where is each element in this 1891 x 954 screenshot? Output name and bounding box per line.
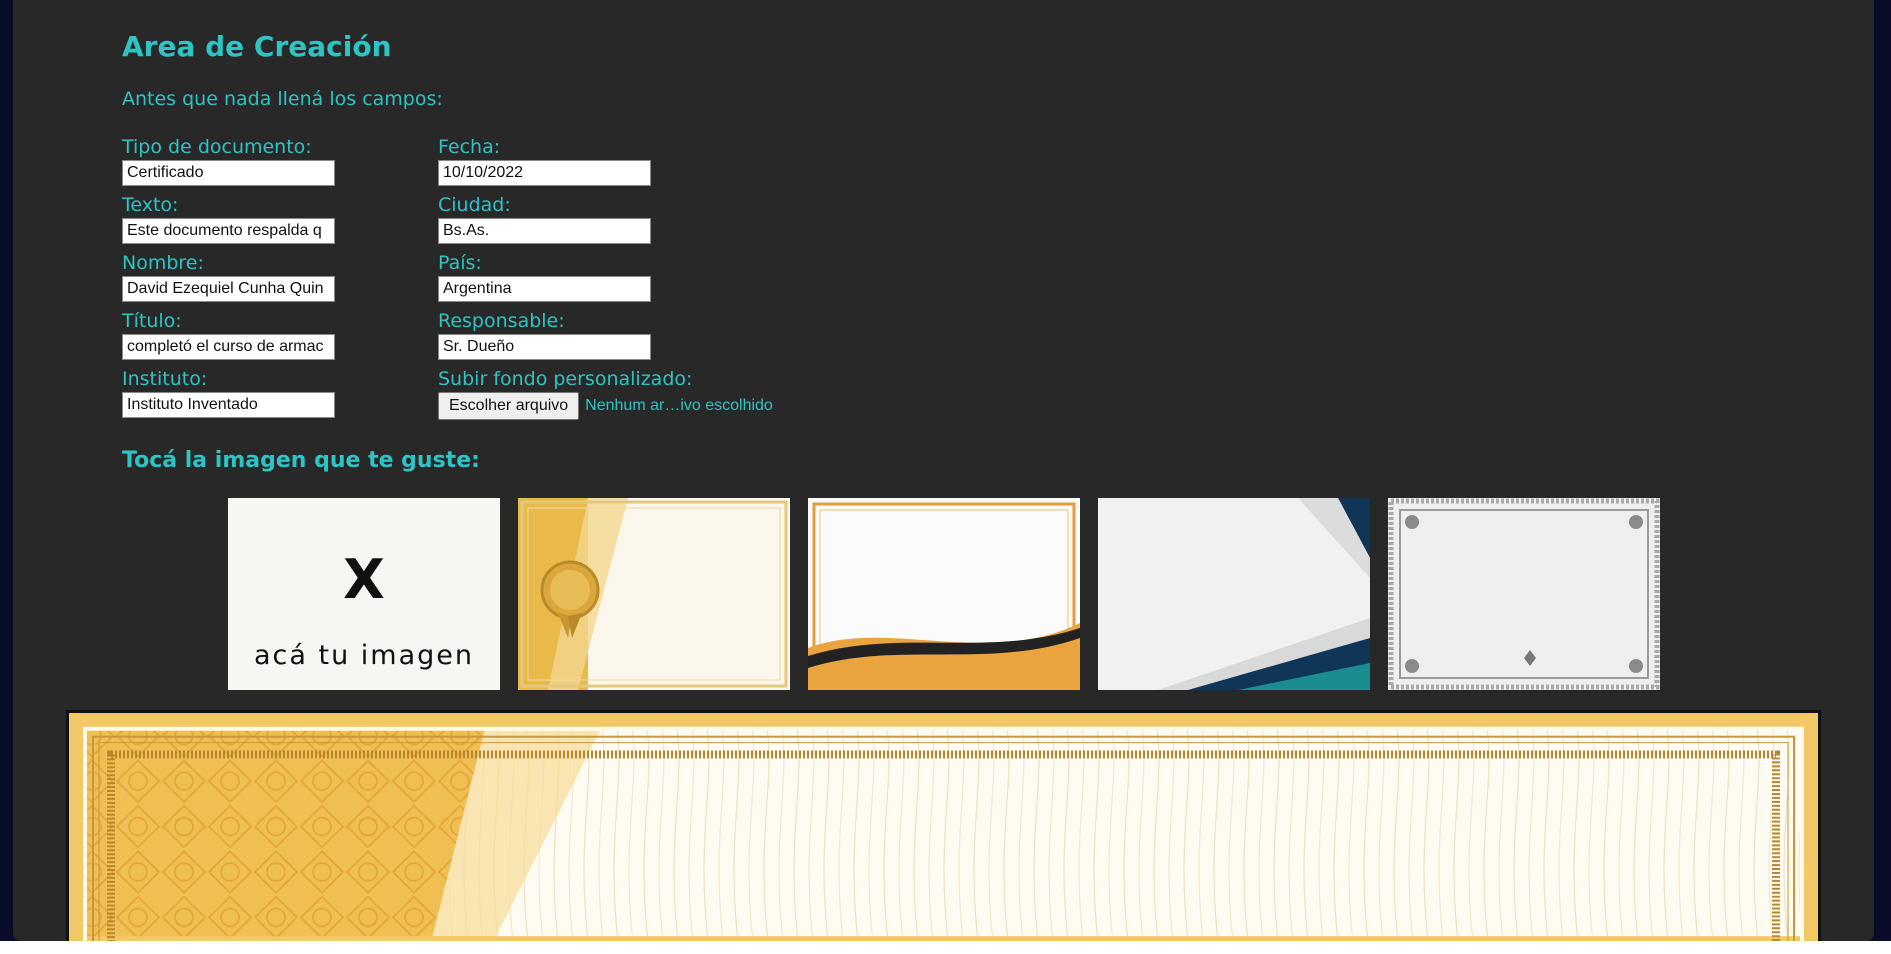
intro-text: Antes que nada llená los campos: bbox=[122, 88, 443, 110]
field-tipo: Tipo de documento: bbox=[122, 136, 335, 194]
form-left-column: Tipo de documento: Texto: Nombre: Título… bbox=[122, 136, 335, 426]
pais-input[interactable] bbox=[438, 276, 651, 302]
template-gold-wave[interactable] bbox=[808, 498, 1080, 690]
field-instituto: Instituto: bbox=[122, 368, 335, 426]
field-responsable: Responsable: bbox=[438, 310, 773, 368]
field-texto: Texto: bbox=[122, 194, 335, 252]
form-right-column: Fecha: Ciudad: País: Responsable: Subir … bbox=[438, 136, 773, 426]
custom-x-mark: X bbox=[343, 548, 385, 611]
file-picker: Escolher arquivo Nenhum ar…ivo escolhido bbox=[438, 392, 773, 420]
upload-label: Subir fondo personalizado: bbox=[438, 368, 693, 390]
field-ciudad: Ciudad: bbox=[438, 194, 773, 252]
field-fecha: Fecha: bbox=[438, 136, 773, 194]
template-gold-seal[interactable] bbox=[518, 498, 790, 690]
texto-label: Texto: bbox=[122, 194, 179, 216]
creation-panel: Area de Creación Antes que nada llená lo… bbox=[13, 0, 1874, 941]
field-upload: Subir fondo personalizado: Escolher arqu… bbox=[438, 368, 773, 426]
titulo-input[interactable] bbox=[122, 334, 335, 360]
template-gallery: X acá tu imagen bbox=[228, 498, 1660, 690]
responsable-label: Responsable: bbox=[438, 310, 565, 332]
ciudad-label: Ciudad: bbox=[438, 194, 511, 216]
gold-wave-artwork bbox=[808, 498, 1080, 690]
pais-label: País: bbox=[438, 252, 482, 274]
ciudad-input[interactable] bbox=[438, 218, 651, 244]
tipo-label: Tipo de documento: bbox=[122, 136, 312, 158]
field-titulo: Título: bbox=[122, 310, 335, 368]
template-blue-corner[interactable] bbox=[1098, 498, 1370, 690]
template-custom-image[interactable]: X acá tu imagen bbox=[228, 498, 500, 690]
fecha-label: Fecha: bbox=[438, 136, 501, 158]
certificate-background bbox=[69, 713, 1818, 941]
silver-ornate-artwork bbox=[1388, 498, 1660, 690]
choose-template-heading: Tocá la imagen que te guste: bbox=[122, 448, 480, 473]
fecha-input[interactable] bbox=[438, 160, 651, 186]
tipo-input[interactable] bbox=[122, 160, 335, 186]
file-name-status: Nenhum ar…ivo escolhido bbox=[585, 397, 773, 414]
page-title: Area de Creación bbox=[122, 30, 392, 63]
page-bottom-strip bbox=[0, 941, 1891, 954]
certificate-preview bbox=[66, 710, 1821, 941]
responsable-input[interactable] bbox=[438, 334, 651, 360]
instituto-label: Instituto: bbox=[122, 368, 208, 390]
instituto-input[interactable] bbox=[122, 392, 335, 418]
custom-caption: acá tu imagen bbox=[253, 640, 474, 671]
gold-seal-artwork bbox=[518, 498, 790, 690]
template-silver-ornate[interactable] bbox=[1388, 498, 1660, 690]
nombre-input[interactable] bbox=[122, 276, 335, 302]
nombre-label: Nombre: bbox=[122, 252, 204, 274]
texto-input[interactable] bbox=[122, 218, 335, 244]
blue-corner-artwork bbox=[1098, 498, 1370, 690]
field-pais: País: bbox=[438, 252, 773, 310]
choose-file-button[interactable]: Escolher arquivo bbox=[438, 392, 580, 420]
field-nombre: Nombre: bbox=[122, 252, 335, 310]
titulo-label: Título: bbox=[122, 310, 182, 332]
